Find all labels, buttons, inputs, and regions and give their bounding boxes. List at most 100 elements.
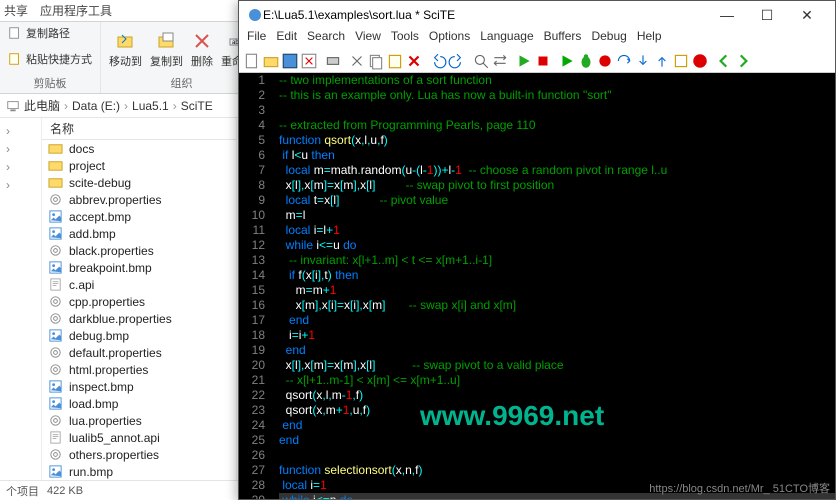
crumb-pc[interactable]: 此电脑 bbox=[24, 97, 60, 114]
stop-icon[interactable] bbox=[534, 52, 552, 70]
print-icon[interactable] bbox=[324, 52, 342, 70]
file-row[interactable]: load.bmp bbox=[42, 395, 236, 412]
menu-item[interactable]: Buffers bbox=[544, 29, 582, 49]
status-size: 422 KB bbox=[47, 485, 83, 497]
move-to-button[interactable]: 移动到 bbox=[109, 31, 142, 69]
file-row[interactable]: inspect.bmp bbox=[42, 378, 236, 395]
delete-button[interactable]: 删除 bbox=[191, 31, 213, 69]
prev-icon[interactable] bbox=[715, 52, 733, 70]
inspect-icon[interactable] bbox=[672, 52, 690, 70]
column-header-name[interactable]: 名称 bbox=[42, 118, 236, 140]
next-icon[interactable] bbox=[734, 52, 752, 70]
maximize-button[interactable]: ☐ bbox=[747, 7, 787, 24]
file-name: breakpoint.bmp bbox=[69, 261, 152, 275]
copy-path-button[interactable]: 复制路径 bbox=[8, 25, 70, 41]
chevron-icon[interactable]: › bbox=[0, 122, 41, 140]
file-name: cpp.properties bbox=[69, 295, 145, 309]
crumb-scite[interactable]: SciTE bbox=[181, 99, 213, 113]
paste-icon[interactable] bbox=[386, 52, 404, 70]
watermark: www.9969.net bbox=[420, 400, 604, 432]
file-name: black.properties bbox=[69, 244, 154, 258]
open-icon[interactable] bbox=[262, 52, 280, 70]
file-name: c.api bbox=[69, 278, 94, 292]
pc-icon bbox=[6, 99, 20, 113]
step-into-icon[interactable] bbox=[634, 52, 652, 70]
find-icon[interactable] bbox=[472, 52, 490, 70]
bug-icon[interactable] bbox=[577, 52, 595, 70]
debug-run-icon[interactable] bbox=[558, 52, 576, 70]
menu-item[interactable]: File bbox=[247, 29, 266, 49]
file-row[interactable]: lualib5_annot.api bbox=[42, 429, 236, 446]
tab-share[interactable]: 共享 bbox=[4, 2, 28, 19]
ribbon-group-clipboard: 复制路径 粘贴快捷方式 剪贴板 bbox=[0, 22, 101, 93]
file-row[interactable]: scite-debug bbox=[42, 174, 236, 191]
status-items: 个项目 bbox=[6, 483, 39, 499]
window-title: E:\Lua5.1\examples\sort.lua * SciTE bbox=[263, 8, 707, 22]
titlebar[interactable]: E:\Lua5.1\examples\sort.lua * SciTE — ☐ … bbox=[239, 1, 835, 29]
watermark-footer: https://blog.csdn.net/Mr_ 51CTO博客 bbox=[649, 480, 830, 496]
run-icon[interactable] bbox=[515, 52, 533, 70]
undo-icon[interactable] bbox=[429, 52, 447, 70]
menu-item[interactable]: View bbox=[355, 29, 381, 49]
cut-icon[interactable] bbox=[348, 52, 366, 70]
menu-item[interactable]: Search bbox=[307, 29, 345, 49]
file-row[interactable]: accept.bmp bbox=[42, 208, 236, 225]
line-numbers: 1234567891011121314151617181920212223242… bbox=[239, 73, 269, 499]
file-row[interactable]: black.properties bbox=[42, 242, 236, 259]
file-row[interactable]: breakpoint.bmp bbox=[42, 259, 236, 276]
file-name: html.properties bbox=[69, 363, 148, 377]
code-area[interactable]: -- two implementations of a sort functio… bbox=[269, 73, 835, 499]
file-name: others.properties bbox=[69, 448, 159, 462]
kill-icon[interactable] bbox=[691, 52, 709, 70]
file-row[interactable]: docs bbox=[42, 140, 236, 157]
redo-icon[interactable] bbox=[448, 52, 466, 70]
menu-item[interactable]: Options bbox=[429, 29, 470, 49]
menu-item[interactable]: Edit bbox=[276, 29, 297, 49]
chevron-icon[interactable]: › bbox=[0, 158, 41, 176]
file-row[interactable]: cpp.properties bbox=[42, 293, 236, 310]
close-file-icon[interactable] bbox=[300, 52, 318, 70]
step-over-icon[interactable] bbox=[615, 52, 633, 70]
menu-item[interactable]: Debug bbox=[591, 29, 626, 49]
file-name: accept.bmp bbox=[69, 210, 131, 224]
crumb-lua[interactable]: Lua5.1 bbox=[132, 99, 169, 113]
tab-app-tools[interactable]: 应用程序工具 bbox=[40, 2, 112, 19]
file-row[interactable]: c.api bbox=[42, 276, 236, 293]
chevron-icon[interactable]: › bbox=[0, 176, 41, 194]
menu-item[interactable]: Help bbox=[637, 29, 662, 49]
file-name: default.properties bbox=[69, 346, 162, 360]
file-row[interactable]: add.bmp bbox=[42, 225, 236, 242]
file-name: lua.properties bbox=[69, 414, 142, 428]
minimize-button[interactable]: — bbox=[707, 7, 747, 23]
code-editor[interactable]: 1234567891011121314151617181920212223242… bbox=[239, 73, 835, 499]
file-row[interactable]: project bbox=[42, 157, 236, 174]
file-row[interactable]: html.properties bbox=[42, 361, 236, 378]
file-name: debug.bmp bbox=[69, 329, 129, 343]
crumb-drive[interactable]: Data (E:) bbox=[72, 99, 120, 113]
breakpoint-icon[interactable] bbox=[596, 52, 614, 70]
toolbar bbox=[239, 49, 835, 73]
delete-icon[interactable] bbox=[405, 52, 423, 70]
menu-item[interactable]: Language bbox=[480, 29, 533, 49]
file-name: add.bmp bbox=[69, 227, 116, 241]
new-icon[interactable] bbox=[243, 52, 261, 70]
file-row[interactable]: abbrev.properties bbox=[42, 191, 236, 208]
file-row[interactable]: default.properties bbox=[42, 344, 236, 361]
chevron-icon[interactable]: › bbox=[0, 140, 41, 158]
replace-icon[interactable] bbox=[491, 52, 509, 70]
file-pane: 名称 docsprojectscite-debugabbrev.properti… bbox=[42, 118, 237, 480]
file-row[interactable]: darkblue.properties bbox=[42, 310, 236, 327]
menu-item[interactable]: Tools bbox=[391, 29, 419, 49]
file-row[interactable]: others.properties bbox=[42, 446, 236, 463]
paste-shortcut-button[interactable]: 粘贴快捷方式 bbox=[8, 51, 92, 67]
copy-icon[interactable] bbox=[367, 52, 385, 70]
step-out-icon[interactable] bbox=[653, 52, 671, 70]
file-list[interactable]: docsprojectscite-debugabbrev.properties a… bbox=[42, 140, 236, 480]
nav-tree[interactable]: › › › › bbox=[0, 118, 42, 480]
file-row[interactable]: run.bmp bbox=[42, 463, 236, 480]
file-row[interactable]: debug.bmp bbox=[42, 327, 236, 344]
close-button[interactable]: ✕ bbox=[787, 7, 827, 24]
save-icon[interactable] bbox=[281, 52, 299, 70]
copy-to-button[interactable]: 复制到 bbox=[150, 31, 183, 69]
file-row[interactable]: lua.properties bbox=[42, 412, 236, 429]
